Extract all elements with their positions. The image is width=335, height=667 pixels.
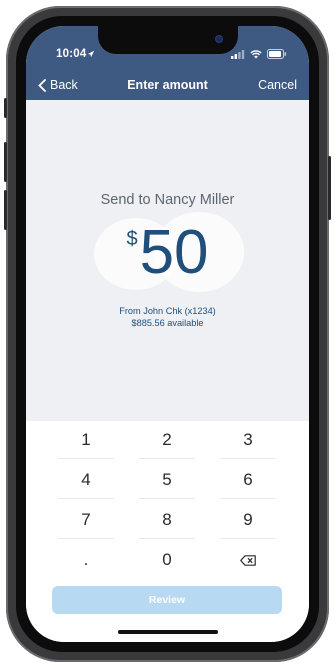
key-9[interactable]: 9 (220, 501, 276, 539)
battery-icon (267, 49, 287, 59)
home-indicator (118, 630, 218, 634)
recipient-line: Send to Nancy Miller (100, 192, 235, 208)
volume-down-button (4, 190, 7, 230)
cancel-button[interactable]: Cancel (258, 78, 297, 92)
key-8[interactable]: 8 (139, 501, 195, 539)
key-divider (58, 458, 114, 459)
currency-symbol: $ (126, 228, 138, 250)
key-divider (220, 538, 276, 539)
amount-display: $50 (26, 222, 309, 284)
volume-up-button (4, 142, 7, 182)
header-bar: 10:04 Back Enter amount Cancel (26, 26, 309, 100)
phone-frame: 10:04 Back Enter amount Cancel Send to N… (4, 6, 331, 662)
from-account: From John Chk (x1234) (119, 306, 216, 316)
review-button[interactable]: Review (52, 586, 282, 614)
key-divider (58, 538, 114, 539)
key-divider (58, 498, 114, 499)
key-5[interactable]: 5 (139, 461, 195, 499)
key-3[interactable]: 3 (220, 421, 276, 459)
key-1[interactable]: 1 (58, 421, 114, 459)
nav-row: Back Enter amount Cancel (26, 78, 309, 98)
status-icons (231, 49, 287, 59)
amount-value: 50 (139, 218, 209, 287)
screen: 10:04 Back Enter amount Cancel Send to N… (26, 26, 309, 642)
key-4[interactable]: 4 (58, 461, 114, 499)
wifi-icon (250, 49, 262, 58)
key-divider (139, 538, 195, 539)
available-balance: $885.56 available (131, 318, 204, 328)
status-time: 10:04 (56, 48, 87, 60)
key-divider (220, 498, 276, 499)
phone-bezel: 10:04 Back Enter amount Cancel Send to N… (16, 16, 319, 652)
silent-switch (4, 98, 7, 118)
key-2[interactable]: 2 (139, 421, 195, 459)
key-7[interactable]: 7 (58, 501, 114, 539)
front-camera (216, 36, 222, 42)
key-0[interactable]: 0 (139, 541, 195, 579)
backspace-icon (240, 554, 256, 566)
key-divider (139, 498, 195, 499)
key-divider (220, 458, 276, 459)
key-6[interactable]: 6 (220, 461, 276, 499)
key-divider (139, 458, 195, 459)
location-arrow-icon (87, 50, 95, 58)
key-delete[interactable] (220, 541, 276, 579)
key-decimal[interactable]: . (58, 541, 114, 579)
power-button (328, 156, 331, 220)
signal-icon (231, 49, 245, 59)
